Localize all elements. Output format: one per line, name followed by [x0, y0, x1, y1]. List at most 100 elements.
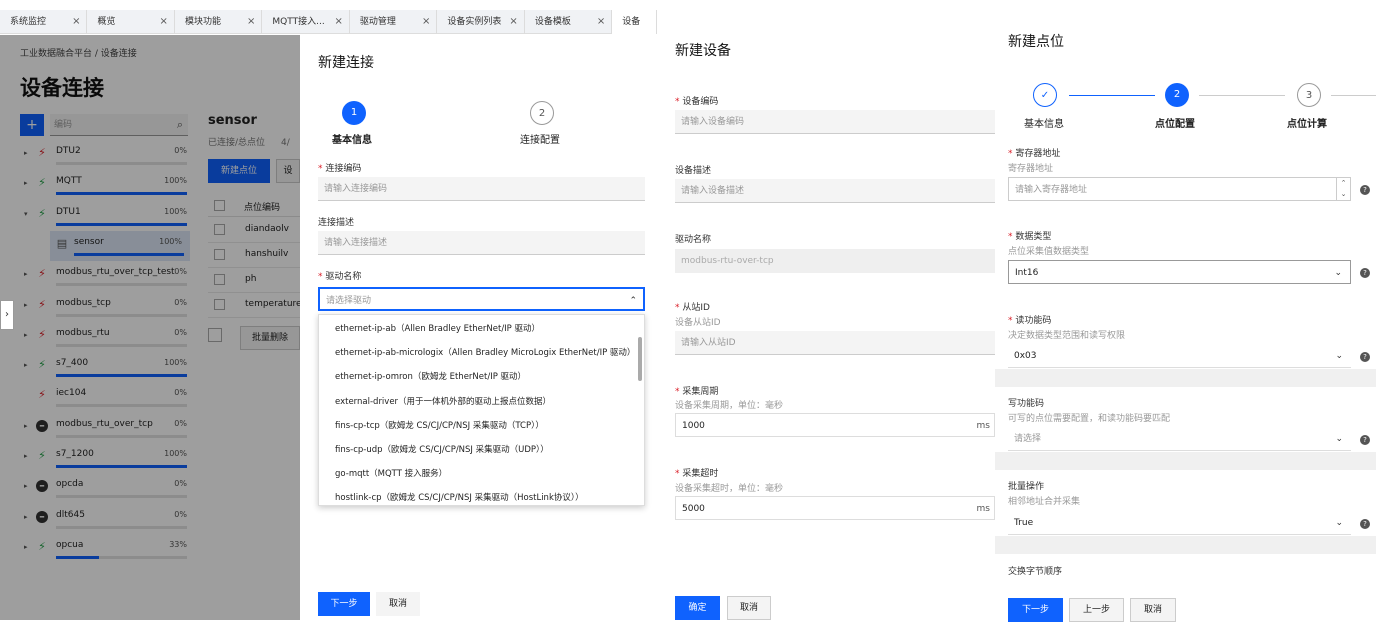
register-address-placeholder: 请输入寄存器地址: [1015, 185, 1088, 195]
read-function-value: 0x03: [1014, 351, 1037, 361]
slave-id-input[interactable]: 请输入从站ID: [675, 331, 995, 355]
tab-label: 设备模板: [534, 17, 571, 27]
driver-option[interactable]: fins-cp-tcp（欧姆龙 CS/CJ/CP/NSJ 采集驱动（TCP））: [335, 419, 544, 431]
tab-item[interactable]: MQTT接入... ×: [262, 10, 350, 34]
new-device-drawer: 新建设备 * 设备编码 请输入设备编码 设备描述 请输入设备描述 驱动名称 mo…: [657, 0, 1000, 625]
tab-item[interactable]: 设备实例列表 ×: [437, 10, 525, 34]
driver-name-placeholder: 请选择驱动: [326, 296, 372, 306]
dropdown-scrollbar[interactable]: [638, 337, 642, 381]
chevron-down-icon[interactable]: ⌄: [1335, 344, 1343, 368]
slave-id-label: * 从站ID: [675, 303, 710, 313]
section-divider: [995, 452, 1376, 470]
help-icon[interactable]: ?: [1360, 185, 1370, 195]
step-2-label: 连接配置: [520, 135, 560, 146]
device-code-label: * 设备编码: [675, 97, 719, 107]
next-step-button[interactable]: 下一步: [318, 592, 370, 616]
close-tab-icon[interactable]: ×: [72, 10, 80, 34]
device-desc-input[interactable]: 请输入设备描述: [675, 179, 995, 203]
tab-item[interactable]: 驱动管理 ×: [350, 10, 438, 34]
tab-item[interactable]: 设备: [612, 10, 657, 34]
step-1-indicator: 1: [342, 101, 366, 125]
cancel-button[interactable]: 取消: [727, 596, 771, 620]
connection-desc-input[interactable]: 请输入连接描述: [318, 231, 645, 255]
tab-label: 概览: [97, 17, 116, 27]
read-function-hint: 决定数据类型范围和读写权限: [1008, 331, 1126, 341]
driver-name-label: * 驱动名称: [318, 272, 362, 282]
close-tab-icon[interactable]: ×: [160, 10, 168, 34]
collect-timeout-value: 5000: [682, 504, 705, 514]
cancel-button[interactable]: 取消: [376, 592, 420, 616]
driver-name-select[interactable]: 请选择驱动 ⌃: [318, 287, 645, 311]
device-code-input[interactable]: 请输入设备编码: [675, 110, 995, 134]
expand-sidebar-icon[interactable]: ›: [0, 300, 14, 330]
driver-option[interactable]: ethernet-ip-ab-micrologix（Allen Bradley …: [335, 346, 635, 358]
driver-option[interactable]: fins-cp-udp（欧姆龙 CS/CJ/CP/NSJ 采集驱动（UDP））: [335, 443, 549, 455]
driver-dropdown-list: ethernet-ip-ab（Allen Bradley EtherNet/IP…: [318, 314, 645, 506]
help-icon[interactable]: ?: [1360, 519, 1370, 529]
read-function-select[interactable]: 0x03 ⌄: [1008, 344, 1351, 368]
tab-item[interactable]: 系统监控 ×: [0, 10, 88, 34]
prev-step-button[interactable]: 上一步: [1069, 598, 1124, 622]
batch-operation-value: True: [1014, 518, 1034, 528]
driver-option[interactable]: external-driver（用于一体机外部的驱动上报点位数据）: [335, 395, 551, 407]
chevron-down-icon[interactable]: ⌄: [1335, 427, 1343, 451]
slave-id-hint: 设备从站ID: [675, 318, 721, 328]
driver-name-readonly: modbus-rtu-over-tcp: [675, 249, 995, 273]
step-1-indicator: ✓: [1033, 83, 1057, 107]
driver-option[interactable]: ethernet-ip-ab（Allen Bradley EtherNet/IP…: [335, 322, 540, 334]
collect-period-hint: 设备采集周期，单位：毫秒: [675, 401, 784, 411]
close-tab-icon[interactable]: ×: [247, 10, 255, 34]
register-address-label: * 寄存器地址: [1008, 149, 1061, 159]
help-icon[interactable]: ?: [1360, 352, 1370, 362]
batch-operation-label: 批量操作: [1008, 482, 1045, 492]
register-address-hint: 寄存器地址: [1008, 164, 1054, 174]
data-type-select[interactable]: Int16 ⌄: [1008, 260, 1351, 284]
collect-period-input[interactable]: 1000 ms: [675, 413, 995, 437]
close-tab-icon[interactable]: ×: [597, 10, 605, 34]
step-connector-1: [1069, 95, 1155, 96]
driver-option[interactable]: hostlink-cp（欧姆龙 CS/CJ/CP/NSJ 采集驱动（HostLi…: [335, 491, 584, 503]
tab-item[interactable]: 模块功能 ×: [175, 10, 263, 34]
tab-item[interactable]: 设备模板 ×: [525, 10, 613, 34]
driver-option[interactable]: ethernet-ip-omron（欧姆龙 EtherNet/IP 驱动）: [335, 370, 526, 382]
write-function-placeholder: 请选择: [1014, 434, 1042, 444]
register-address-input[interactable]: 请输入寄存器地址 ⌃ ⌄: [1008, 177, 1351, 201]
connection-code-input[interactable]: 请输入连接编码: [318, 177, 645, 201]
next-step-button[interactable]: 下一步: [1008, 598, 1063, 622]
device-code-label-text: 设备编码: [682, 97, 719, 107]
new-point-drawer: 新建点位 ✓ 2 3 基本信息 点位配置 点位计算 * 寄存器地址 寄存器地址 …: [995, 0, 1376, 625]
driver-option[interactable]: go-mqtt（MQTT 接入服务）: [335, 467, 447, 479]
write-function-label: 写功能码: [1008, 399, 1045, 409]
data-type-label: * 数据类型: [1008, 232, 1052, 242]
close-tab-icon[interactable]: ×: [334, 10, 342, 34]
close-tab-icon[interactable]: ×: [422, 10, 430, 34]
write-function-select[interactable]: 请选择 ⌄: [1008, 427, 1351, 451]
collect-period-label: * 采集周期: [675, 387, 719, 397]
driver-name-label: 驱动名称: [675, 235, 712, 245]
collect-timeout-input[interactable]: 5000 ms: [675, 496, 995, 520]
tab-item[interactable]: 概览 ×: [87, 10, 175, 34]
tab-label: 驱动管理: [359, 17, 396, 27]
data-type-value: Int16: [1015, 268, 1039, 278]
help-icon[interactable]: ?: [1360, 268, 1370, 278]
step-3-label: 点位计算: [1287, 119, 1327, 130]
driver-name-label-text: 驱动名称: [325, 272, 362, 282]
collect-timeout-unit: ms: [976, 504, 990, 514]
tab-label: 设备实例列表: [447, 17, 502, 27]
close-tab-icon[interactable]: ×: [509, 10, 517, 34]
swap-bytes-label: 交换字节顺序: [1008, 567, 1063, 577]
register-address-label-text: 寄存器地址: [1015, 149, 1061, 159]
device-desc-label: 设备描述: [675, 166, 712, 176]
chevron-down-icon[interactable]: ⌄: [1335, 511, 1343, 535]
help-icon[interactable]: ?: [1360, 435, 1370, 445]
batch-operation-select[interactable]: True ⌄: [1008, 511, 1351, 535]
connection-code-label-text: 连接编码: [325, 164, 362, 174]
batch-operation-hint: 相邻地址合并采集: [1008, 497, 1081, 507]
number-stepper-icon[interactable]: ⌃ ⌄: [1336, 178, 1350, 200]
chevron-up-icon[interactable]: ⌃: [629, 289, 637, 313]
cancel-button[interactable]: 取消: [1130, 598, 1176, 622]
chevron-down-icon[interactable]: ⌄: [1334, 261, 1342, 285]
confirm-button[interactable]: 确定: [675, 596, 720, 620]
drawer-title: 新建连接: [318, 55, 374, 71]
collect-timeout-label: * 采集超时: [675, 469, 719, 479]
